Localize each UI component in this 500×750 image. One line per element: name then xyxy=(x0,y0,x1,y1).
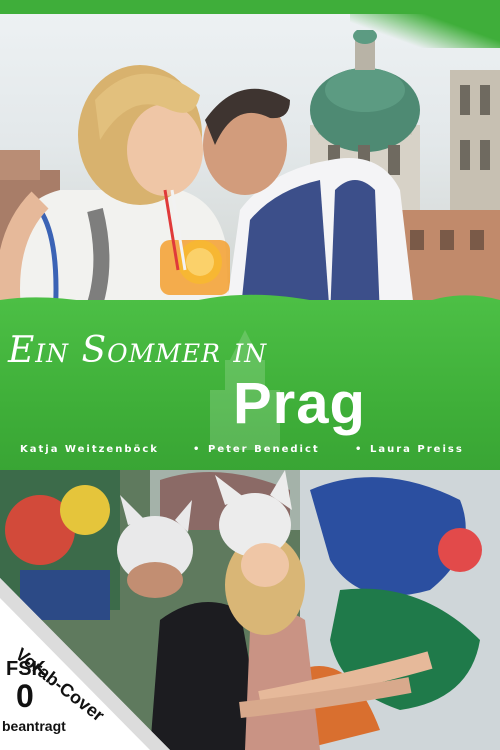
cast-separator: • xyxy=(193,444,200,455)
cast-separator: • xyxy=(355,444,362,455)
cast-name-2: Peter Benedict xyxy=(208,444,320,455)
cast-name-1: Katja Weitzenböck xyxy=(20,444,159,455)
cast-list: Katja Weitzenböck • Peter Benedict • Lau… xyxy=(0,444,500,460)
fsk-rating-value: 0 xyxy=(16,678,34,714)
green-top-brush xyxy=(350,0,500,48)
couple-photo xyxy=(0,65,415,318)
title-line-1: Ein Sommer in xyxy=(8,330,268,371)
title-line-2: Prag xyxy=(233,371,366,436)
fsk-rating-note: beantragt xyxy=(2,718,66,734)
top-photo xyxy=(0,0,500,318)
movie-poster: Ein Sommer in Prag Katja Weitzenböck • P… xyxy=(0,0,500,750)
cast-name-3: Laura Preiss xyxy=(370,444,464,455)
